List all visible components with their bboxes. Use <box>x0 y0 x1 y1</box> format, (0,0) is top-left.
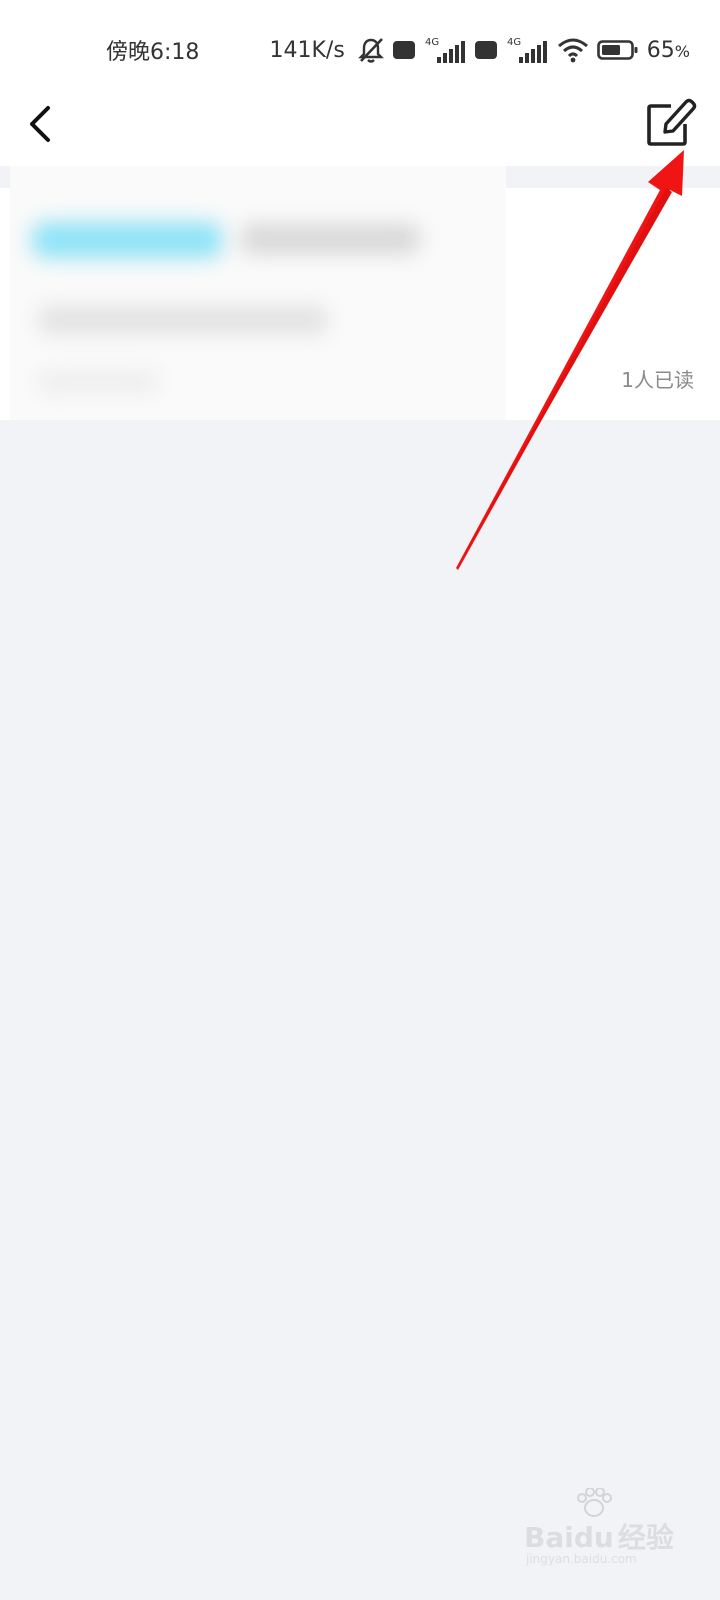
hd-icon <box>392 40 415 60</box>
nav-header <box>0 96 720 166</box>
status-time: 傍晚6:18 <box>106 40 200 65</box>
svg-text:4G: 4G <box>507 37 521 48</box>
battery-icon <box>596 39 639 61</box>
blurred-content <box>10 166 506 420</box>
wifi-icon <box>557 37 589 63</box>
edit-button[interactable] <box>642 94 702 154</box>
watermark-url: jingyan.baidu.com <box>526 1552 637 1566</box>
blurred-message-line <box>38 372 158 392</box>
baidu-watermark: Baidu 经验 jingyan.baidu.com <box>524 1488 674 1568</box>
blurred-sender <box>240 224 420 254</box>
watermark-brand-cn: 经验 <box>617 1521 674 1554</box>
signal-4g-icon: 4G <box>423 35 467 65</box>
svg-text:4G: 4G <box>425 37 439 48</box>
blurred-message-line <box>38 306 328 334</box>
watermark-brand: Bai <box>524 1521 574 1554</box>
watermark-brand-suffix: du <box>573 1521 614 1554</box>
network-speed: 141K/s <box>269 37 345 63</box>
back-button[interactable] <box>12 96 68 152</box>
mute-bell-icon <box>357 36 385 64</box>
message-card[interactable]: 1人已读 <box>0 166 720 420</box>
status-bar: 傍晚6:18 141K/s 4G 4G 65% <box>0 0 720 96</box>
chevron-left-icon <box>30 106 50 142</box>
status-indicators: 141K/s 4G 4G 65% <box>269 30 690 70</box>
paw-icon <box>577 1488 612 1517</box>
battery-percent: 65% <box>646 37 690 63</box>
edit-compose-icon <box>647 98 697 146</box>
signal-4g-icon: 4G <box>505 35 549 65</box>
read-status[interactable]: 1人已读 <box>621 364 694 393</box>
hd-icon <box>474 40 497 60</box>
blurred-tag <box>32 222 222 258</box>
